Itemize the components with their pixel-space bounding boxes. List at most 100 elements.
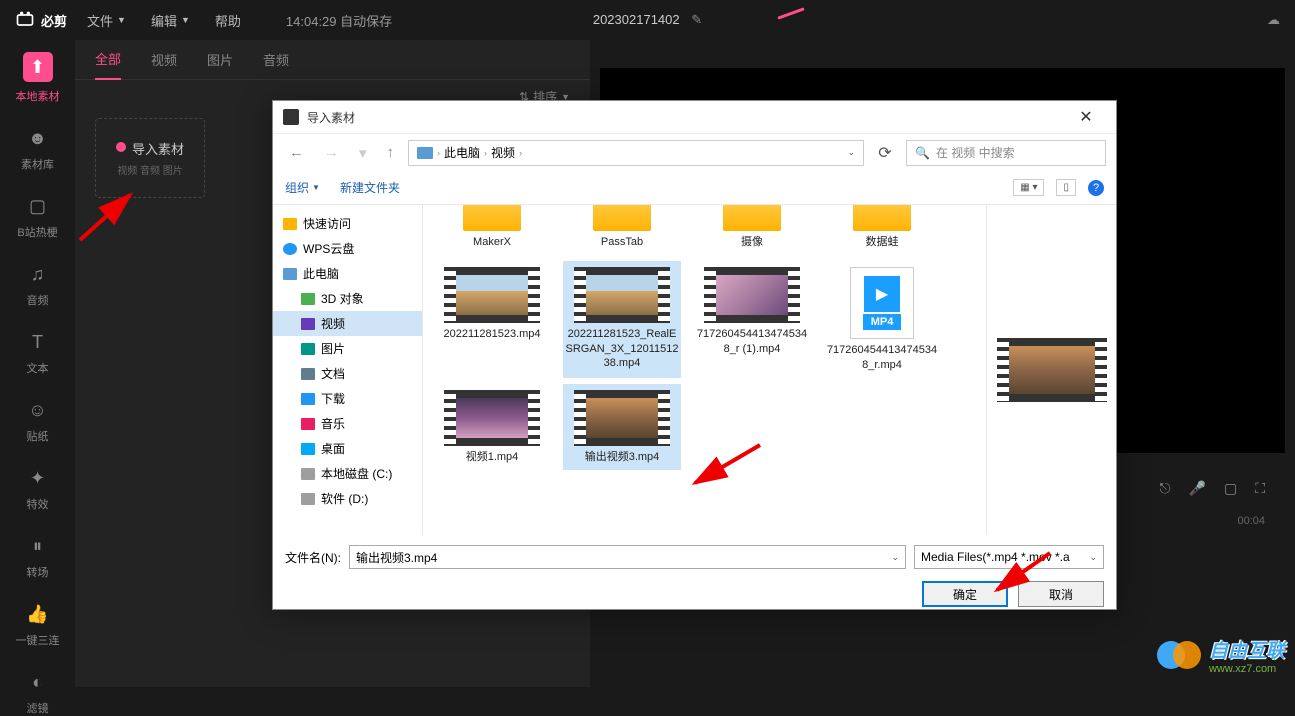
preview-pane-button[interactable]: ▯ <box>1056 179 1076 196</box>
music-icon: ♫ <box>26 262 50 286</box>
folder-tree: 快速访问WPS云盘此电脑3D 对象视频图片文档下载音乐桌面本地磁盘 (C:)软件… <box>273 205 423 535</box>
watermark-icon <box>1155 631 1203 679</box>
file-item[interactable]: 202211281523.mp4 <box>433 261 551 378</box>
pc-icon <box>417 147 433 159</box>
timeline-timestamp: 00:04 <box>1237 515 1265 527</box>
preview-thumbnail <box>997 338 1107 402</box>
tree-item[interactable]: 此电脑 <box>273 261 422 286</box>
sidebar-item-local[interactable]: ⬆ 本地素材 <box>8 52 68 104</box>
view-mode-button[interactable]: ▦ ▾ <box>1013 179 1044 196</box>
folder-item[interactable]: 摄像 <box>693 205 811 255</box>
upload-icon: ⬆ <box>23 52 53 82</box>
tree-item[interactable]: 3D 对象 <box>273 286 422 311</box>
mic-icon[interactable]: 🎤 <box>1189 480 1206 497</box>
tree-item[interactable]: 软件 (D:) <box>273 486 422 511</box>
tab-audio[interactable]: 音频 <box>263 40 289 79</box>
chevron-right-icon: › <box>519 148 522 158</box>
close-button[interactable]: ✕ <box>1066 103 1106 131</box>
search-input[interactable]: 🔍 在 视频 中搜索 <box>906 140 1106 166</box>
video-thumbnail <box>704 267 800 323</box>
folder-icon <box>301 293 315 305</box>
sidebar-item-effects[interactable]: ✦ 特效 <box>8 466 68 512</box>
cut-icon[interactable]: ⎋ <box>1159 480 1170 497</box>
video-thumbnail <box>444 267 540 323</box>
chevron-right-icon: › <box>484 148 487 158</box>
file-item[interactable]: ▶MP47172604544134745348_r.mp4 <box>823 261 941 378</box>
tree-item[interactable]: 下载 <box>273 386 422 411</box>
filename-input[interactable]: 输出视频3.mp4 ⌄ <box>349 545 906 569</box>
folder-icon <box>723 205 781 231</box>
thumbs-icon: 👍 <box>26 602 50 626</box>
nav-forward-button[interactable]: → <box>318 144 345 161</box>
tree-item[interactable]: 本地磁盘 (C:) <box>273 461 422 486</box>
chevron-down-icon: ▼ <box>117 15 126 25</box>
file-item[interactable]: 输出视频3.mp4 <box>563 384 681 470</box>
bilibili-icon: ▢ <box>26 194 50 218</box>
text-icon: T <box>26 330 50 354</box>
help-icon[interactable]: ? <box>1088 180 1104 196</box>
file-item[interactable]: 202211281523_RealESRGAN_3X_1201151238.mp… <box>563 261 681 378</box>
tree-item[interactable]: 视频 <box>273 311 422 336</box>
sidebar-item-triple[interactable]: 👍 一键三连 <box>8 602 68 648</box>
folder-item[interactable]: 数据蛙 <box>823 205 941 255</box>
folder-item[interactable]: PassTab <box>563 205 681 255</box>
tree-item[interactable]: 音乐 <box>273 411 422 436</box>
tree-item[interactable]: 图片 <box>273 336 422 361</box>
tree-item[interactable]: 快速访问 <box>273 211 422 236</box>
tree-item[interactable]: WPS云盘 <box>273 236 422 261</box>
search-icon: 🔍 <box>915 146 930 160</box>
folder-icon <box>301 368 315 380</box>
video-thumbnail <box>574 267 670 323</box>
tree-item[interactable]: 桌面 <box>273 436 422 461</box>
camera-icon[interactable]: ▢ <box>1224 480 1237 497</box>
file-grid: MakerXPassTab摄像数据蛙 202211281523.mp420221… <box>423 205 986 535</box>
menu-edit[interactable]: 编辑▼ <box>151 11 190 30</box>
sidebar-item-bilibili[interactable]: ▢ B站热梗 <box>8 194 68 240</box>
newfolder-button[interactable]: 新建文件夹 <box>340 179 400 196</box>
nav-up-button[interactable]: ↑ <box>381 144 401 161</box>
breadcrumb[interactable]: › 此电脑 › 视频 › ⌄ <box>408 140 864 166</box>
edit-icon[interactable]: ✎ <box>691 12 702 27</box>
organize-button[interactable]: 组织▼ <box>285 179 320 196</box>
refresh-button[interactable]: ⟳ <box>872 143 898 163</box>
tab-video[interactable]: 视频 <box>151 40 177 79</box>
tab-image[interactable]: 图片 <box>207 40 233 79</box>
import-material-box[interactable]: 导入素材 视频 音频 图片 <box>95 118 205 198</box>
tree-item[interactable]: 文档 <box>273 361 422 386</box>
folder-icon <box>301 418 315 430</box>
folder-icon <box>301 493 315 505</box>
top-menu-bar: 必剪 文件▼ 编辑▼ 帮助 14:04:29 自动保存 202302171402… <box>0 0 1295 40</box>
accent-decoration <box>777 7 804 19</box>
cancel-button[interactable]: 取消 <box>1018 581 1104 607</box>
chevron-down-icon: ⌄ <box>1089 552 1097 563</box>
filetype-select[interactable]: Media Files(*.mp4 *.mov *.a ⌄ <box>914 545 1104 569</box>
menu-file[interactable]: 文件▼ <box>87 11 126 30</box>
sidebar-item-transition[interactable]: ⏸ 转场 <box>8 534 68 580</box>
sidebar-item-library[interactable]: ☻ 素材库 <box>8 126 68 172</box>
crop-icon[interactable]: ⛶ <box>1255 480 1265 497</box>
chevron-down-icon[interactable]: ⌄ <box>891 552 899 563</box>
chevron-right-icon: › <box>437 148 440 158</box>
menu-help[interactable]: 帮助 <box>215 11 241 30</box>
folder-item[interactable]: MakerX <box>433 205 551 255</box>
filter-icon: ◐ <box>26 670 50 694</box>
nav-recent-button[interactable]: ▾ <box>353 144 373 162</box>
sidebar-item-sticker[interactable]: ☺ 贴纸 <box>8 398 68 444</box>
app-logo: 必剪 <box>15 10 67 30</box>
tab-all[interactable]: 全部 <box>95 39 121 80</box>
effects-icon: ✦ <box>26 466 50 490</box>
save-icon[interactable]: ☁ <box>1267 12 1280 28</box>
project-title: 202302171402 ✎ <box>593 12 702 28</box>
sidebar-item-filter[interactable]: ◐ 滤镜 <box>8 670 68 716</box>
library-icon: ☻ <box>26 126 50 150</box>
ok-button[interactable]: 确定 <box>922 581 1008 607</box>
chevron-down-icon[interactable]: ⌄ <box>847 147 855 158</box>
nav-back-button[interactable]: ← <box>283 144 310 161</box>
plus-icon <box>116 142 126 152</box>
sidebar-item-text[interactable]: T 文本 <box>8 330 68 376</box>
file-item[interactable]: 视频1.mp4 <box>433 384 551 470</box>
file-item[interactable]: 7172604544134745348_r (1).mp4 <box>693 261 811 378</box>
mp4-icon: ▶MP4 <box>850 267 914 339</box>
sidebar-item-audio[interactable]: ♫ 音频 <box>8 262 68 308</box>
folder-icon <box>283 268 297 280</box>
